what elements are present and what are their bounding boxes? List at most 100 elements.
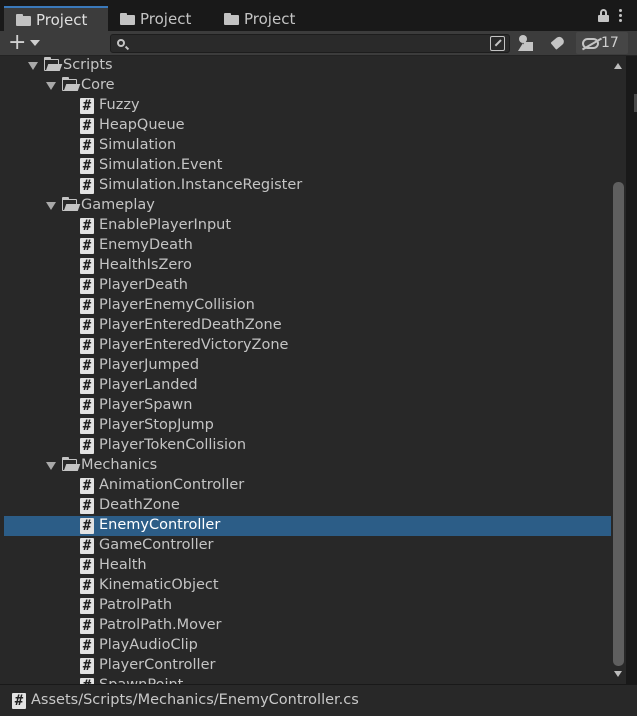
tree-folder-row[interactable]: Scripts [0,56,611,76]
script-icon: # [12,693,26,709]
tree-script-row[interactable]: # Health [0,556,611,576]
tree-item-label: PlayerController [99,657,216,673]
folder-open-icon [62,457,81,472]
search-by-type-icon[interactable] [518,35,534,52]
tree-item-label: PatrolPath.Mover [99,617,222,633]
tree-item-label: PlayerEnteredVictoryZone [99,337,289,353]
more-options-icon[interactable] [619,9,623,22]
tree-script-row[interactable]: # PlayerEnteredDeathZone [0,316,611,336]
tree-script-row[interactable]: # Simulation.InstanceRegister [0,176,611,196]
tree-script-row[interactable]: # HeapQueue [0,116,611,136]
scroll-down-icon[interactable] [614,671,622,677]
tree-item-label: DeathZone [99,497,180,513]
foldout-arrow-icon[interactable] [46,202,56,210]
tree-item-label: HealthIsZero [99,257,192,273]
script-icon: # [80,598,94,614]
project-toolbar: + 17 [0,31,637,56]
tree-script-row[interactable]: # Simulation.Event [0,156,611,176]
tree-script-row[interactable]: # PatrolPath.Mover [0,616,611,636]
script-icon: # [80,278,94,294]
tree-script-row[interactable]: # PlayerSpawn [0,396,611,416]
hidden-packages-toggle[interactable]: 17 [576,32,628,54]
selected-asset-path: Assets/Scripts/Mechanics/EnemyController… [31,692,359,708]
tree-item-label: PlayerTokenCollision [99,437,247,453]
tree-script-row[interactable]: # PlayerController [0,656,611,676]
folder-open-icon [62,197,81,212]
tree-item-label: PlayerEnemyCollision [99,297,255,313]
foldout-arrow-icon[interactable] [46,82,56,90]
open-search-window-icon[interactable] [490,36,505,51]
tree-item-label: Scripts [63,57,113,73]
scroll-up-icon[interactable] [614,63,622,69]
tree-script-row[interactable]: # PlayerEnteredVictoryZone [0,336,611,356]
tree-item-label: Mechanics [81,457,158,473]
script-icon: # [80,218,94,234]
tree-script-row[interactable]: # GameController [0,536,611,556]
tree-script-row[interactable]: # PlayerStopJump [0,416,611,436]
tree-script-row[interactable]: # PlayerTokenCollision [0,436,611,456]
tab-project-3[interactable]: Project [212,6,316,31]
tree-script-row[interactable]: # HealthIsZero [0,256,611,276]
tree-item-label: KinematicObject [99,577,219,593]
tree-item-label: Gameplay [81,197,155,213]
folder-open-icon [62,77,81,92]
plus-icon: + [8,30,27,55]
foldout-arrow-icon[interactable] [28,62,38,70]
script-icon: # [80,518,94,534]
search-field [110,34,510,53]
folder-icon [224,12,239,25]
tree-script-row[interactable]: # EnemyController [4,516,611,536]
tree-folder-row[interactable]: Mechanics [0,456,611,476]
tree-item-label: PlayerStopJump [99,417,214,433]
script-icon: # [80,98,94,114]
search-by-label-icon[interactable] [550,35,566,52]
tree-script-row[interactable]: # PatrolPath [0,596,611,616]
script-icon: # [80,618,94,634]
script-icon: # [80,498,94,514]
tree-script-row[interactable]: # DeathZone [0,496,611,516]
tree-script-row[interactable]: # PlayerLanded [0,376,611,396]
scrollbar-thumb[interactable] [613,182,624,666]
tree-item-label: PlayAudioClip [99,637,198,653]
tree-script-row[interactable]: # Simulation [0,136,611,156]
tab-label: Project [36,10,88,29]
script-icon: # [80,398,94,414]
script-icon: # [80,658,94,674]
script-icon: # [80,638,94,654]
script-icon: # [80,378,94,394]
tree-script-row[interactable]: # PlayerEnemyCollision [0,296,611,316]
foldout-arrow-icon[interactable] [46,462,56,470]
script-icon: # [80,538,94,554]
asset-tree: Scripts Core # Fuzzy # HeapQueue # Simulation # S… [0,56,611,684]
tab-label: Project [244,9,296,28]
tree-script-row[interactable]: # Fuzzy [0,96,611,116]
tab-project-2[interactable]: Project [108,6,212,31]
tree-folder-row[interactable]: Core [0,76,611,96]
script-icon: # [80,298,94,314]
script-icon: # [80,438,94,454]
vertical-scrollbar[interactable] [611,56,626,684]
folder-open-icon [44,57,63,72]
create-button[interactable]: + [8,30,46,55]
tab-actions [598,9,623,22]
tree-item-label: PlayerEnteredDeathZone [99,317,282,333]
tree-item-label: PlayerLanded [99,377,198,393]
tree-script-row[interactable]: # PlayerJumped [0,356,611,376]
tree-script-row[interactable]: # EnablePlayerInput [0,216,611,236]
script-icon: # [80,558,94,574]
tree-folder-row[interactable]: Gameplay [0,196,611,216]
tree-script-row[interactable]: # KinematicObject [0,576,611,596]
script-icon: # [80,118,94,134]
tree-script-row[interactable]: # AnimationController [0,476,611,496]
tab-project-1[interactable]: Project [4,6,108,31]
tree-script-row[interactable]: # PlayAudioClip [0,636,611,656]
project-window: Project Project Project + 17 Scripts Cor… [0,0,637,716]
search-input[interactable] [133,36,483,51]
tree-script-row[interactable]: # EnemyDeath [0,236,611,256]
tree-script-row[interactable]: # PlayerDeath [0,276,611,296]
lock-icon[interactable] [598,9,609,22]
script-icon: # [80,158,94,174]
hidden-count: 17 [601,35,619,51]
tree-script-row[interactable]: #SpawnPoint [0,676,611,684]
tree-item-label: EnablePlayerInput [99,217,232,233]
